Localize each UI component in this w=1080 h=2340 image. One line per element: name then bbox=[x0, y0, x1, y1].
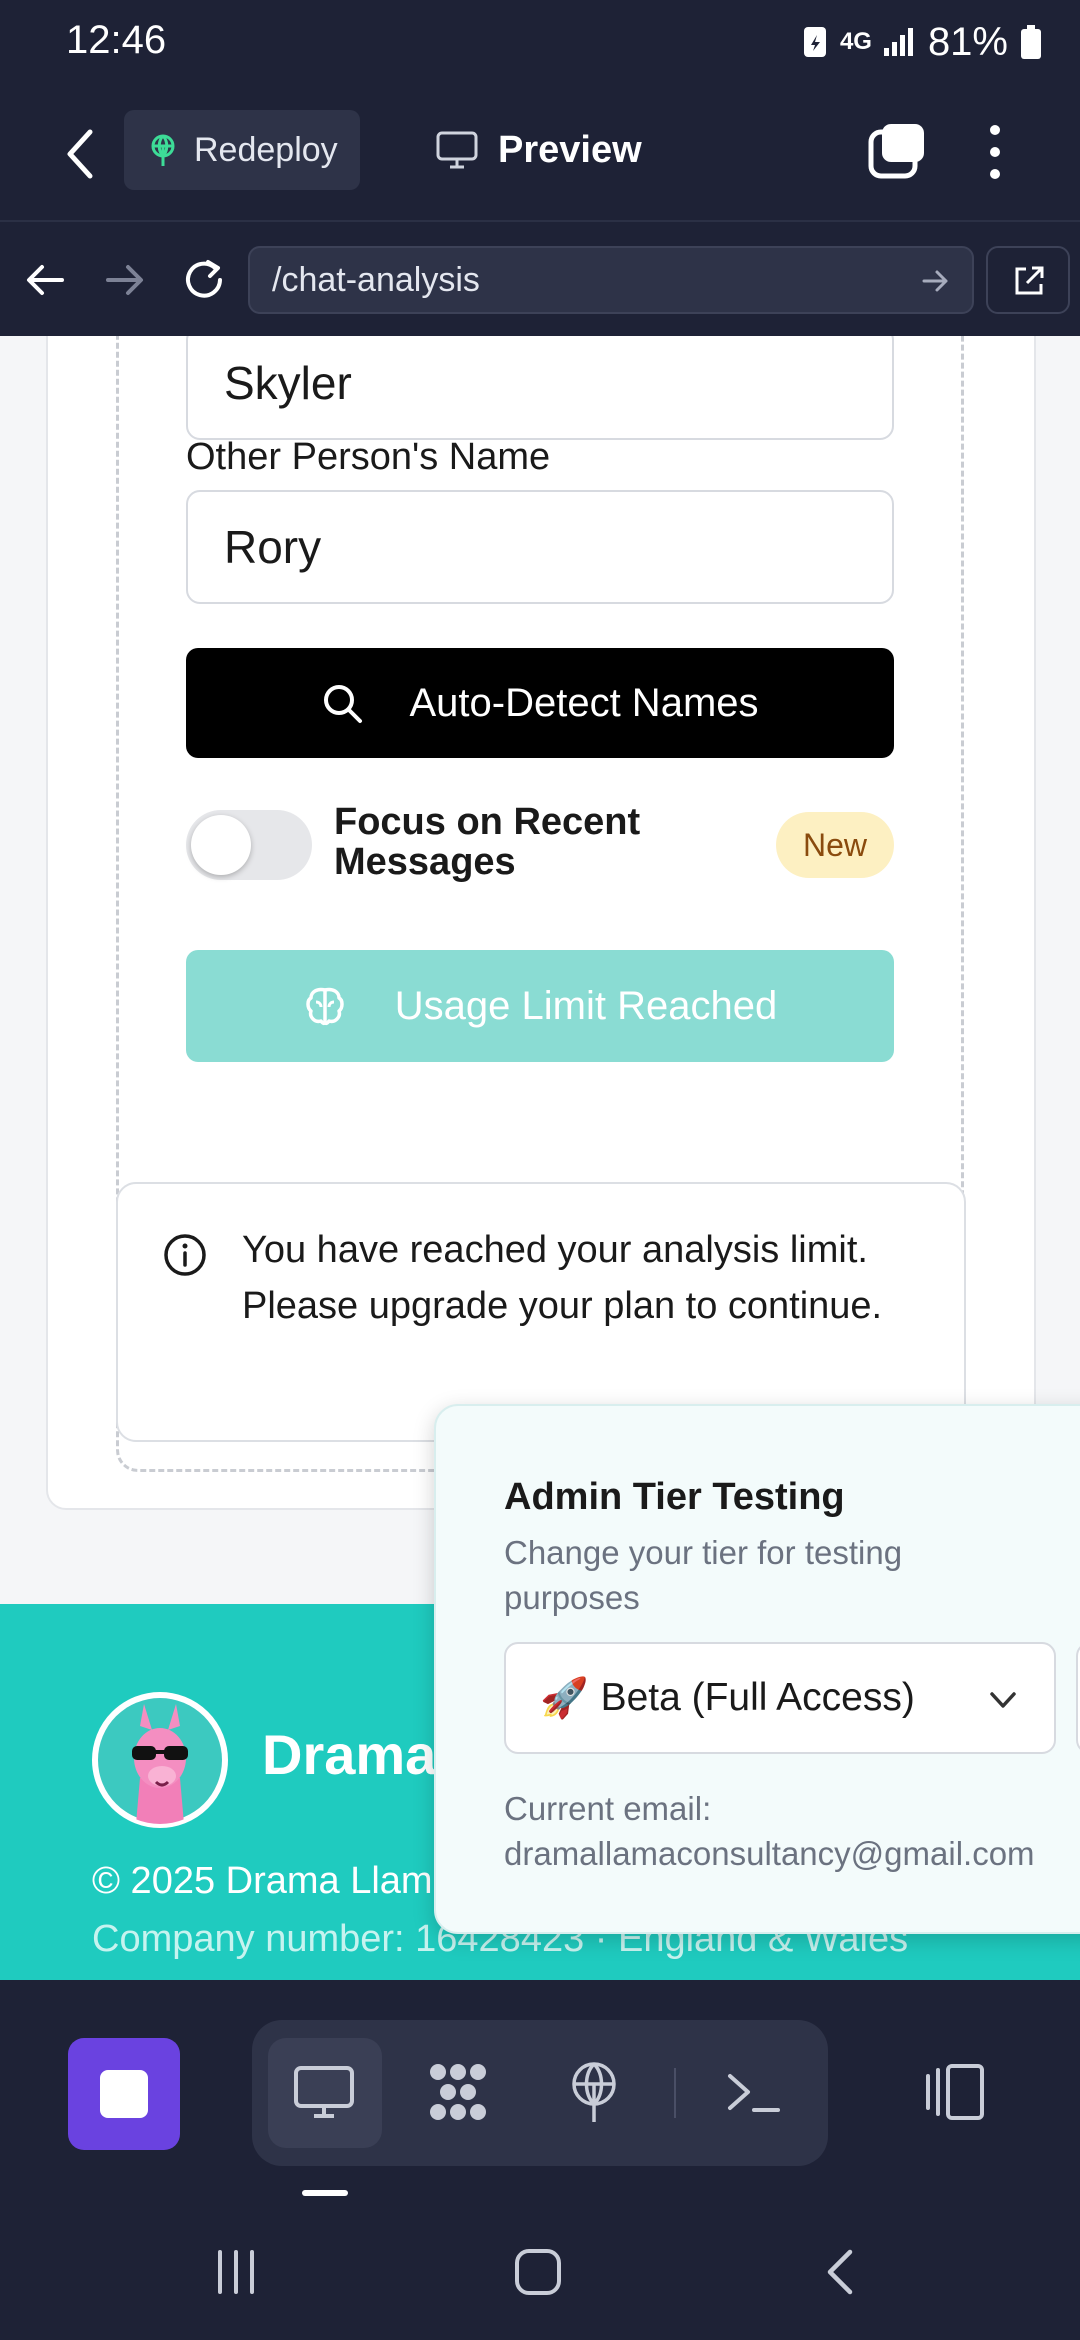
recent-messages-toggle[interactable] bbox=[186, 810, 312, 880]
tabs-icon[interactable] bbox=[868, 122, 926, 180]
rocket-icon: 🚀 bbox=[540, 1677, 589, 1720]
network-type: 4G bbox=[839, 28, 872, 55]
dock-tabs bbox=[252, 2020, 828, 2166]
more-icon[interactable] bbox=[980, 122, 1010, 182]
preview-label: Preview bbox=[498, 128, 642, 171]
alert-message: You have reached your analysis limit. Pl… bbox=[242, 1229, 883, 1327]
sim-icon bbox=[803, 27, 826, 57]
panel-icon[interactable] bbox=[924, 2060, 988, 2124]
url-text: /chat-analysis bbox=[272, 260, 480, 299]
toggle-label: Focus on Recent Messages bbox=[334, 801, 641, 883]
other-name-input[interactable]: Rory bbox=[186, 490, 894, 604]
monitor-icon[interactable] bbox=[292, 2060, 356, 2124]
tier-select[interactable]: 🚀 Beta (Full Access) bbox=[504, 1642, 1056, 1754]
new-badge: New bbox=[776, 812, 894, 878]
current-email: Current email: dramallamaconsultancy@gma… bbox=[504, 1786, 1035, 1876]
home-icon[interactable] bbox=[512, 2246, 564, 2298]
cluster-icon[interactable] bbox=[426, 2060, 490, 2124]
external-link-icon bbox=[1015, 266, 1044, 295]
preview-tab[interactable]: Preview bbox=[436, 110, 642, 190]
battery-level: 81% bbox=[927, 19, 1008, 64]
status-icons: 4G 81% bbox=[802, 18, 1042, 66]
bottom-dock bbox=[0, 1980, 1080, 2200]
other-name-label: Other Person's Name bbox=[186, 436, 551, 478]
info-icon bbox=[164, 1234, 206, 1276]
browser-forward-icon[interactable] bbox=[98, 254, 150, 306]
dock-separator bbox=[674, 2068, 676, 2118]
stop-icon bbox=[100, 2070, 148, 2118]
search-icon bbox=[324, 685, 363, 723]
system-nav-bar bbox=[0, 2200, 1080, 2340]
monitor-icon bbox=[436, 131, 478, 169]
antenna-icon[interactable] bbox=[562, 2060, 626, 2124]
status-time: 12:46 bbox=[66, 18, 167, 62]
popup-title: Admin Tier Testing bbox=[504, 1476, 845, 1518]
email-value: dramallamaconsultancy@gmail.com bbox=[504, 1835, 1035, 1872]
admin-tier-popup: Admin Tier Testing Change your tier for … bbox=[434, 1404, 1080, 1934]
email-label: Current email: bbox=[504, 1790, 712, 1827]
app-header: Redeploy Preview bbox=[0, 84, 1080, 220]
stop-button[interactable] bbox=[68, 2038, 180, 2150]
analyze-label: Usage Limit Reached bbox=[394, 983, 778, 1028]
recents-icon[interactable] bbox=[210, 2246, 262, 2298]
open-external-button[interactable] bbox=[986, 246, 1070, 314]
browser-back-icon[interactable] bbox=[20, 254, 72, 306]
status-bar: 12:46 4G 81% bbox=[0, 0, 1080, 84]
browser-bar: /chat-analysis bbox=[0, 220, 1080, 336]
your-name-input[interactable]: Skyler bbox=[186, 336, 894, 440]
terminal-icon[interactable] bbox=[722, 2060, 786, 2124]
brain-icon bbox=[306, 987, 344, 1026]
auto-detect-label: Auto-Detect Names bbox=[409, 680, 759, 725]
go-icon[interactable] bbox=[920, 266, 950, 296]
chevron-down-icon bbox=[990, 1692, 1016, 1708]
url-input[interactable]: /chat-analysis bbox=[248, 246, 974, 314]
redeploy-button[interactable]: Redeploy bbox=[124, 110, 360, 190]
auto-detect-button[interactable]: Auto-Detect Names bbox=[186, 648, 894, 758]
tier-value: Beta (Full Access) bbox=[600, 1676, 915, 1719]
popup-subtitle: Change your tier for testing purposes bbox=[504, 1534, 903, 1616]
apply-button-edge[interactable] bbox=[1076, 1642, 1080, 1754]
page-content: Skyler Other Person's Name Rory Auto-Det… bbox=[0, 336, 1080, 1980]
battery-icon bbox=[1021, 25, 1041, 59]
antenna-icon bbox=[151, 134, 175, 166]
analyze-button[interactable]: Usage Limit Reached bbox=[186, 950, 894, 1062]
active-tab-indicator bbox=[302, 2190, 348, 2196]
toggle-knob bbox=[191, 815, 251, 875]
reload-icon[interactable] bbox=[178, 254, 230, 306]
back-nav-icon[interactable] bbox=[816, 2246, 868, 2298]
redeploy-label: Redeploy bbox=[194, 130, 338, 169]
signal-icon bbox=[883, 28, 913, 56]
llama-logo bbox=[92, 1692, 228, 1828]
limit-alert: You have reached your analysis limit. Pl… bbox=[116, 1182, 966, 1442]
back-icon[interactable] bbox=[60, 124, 100, 184]
